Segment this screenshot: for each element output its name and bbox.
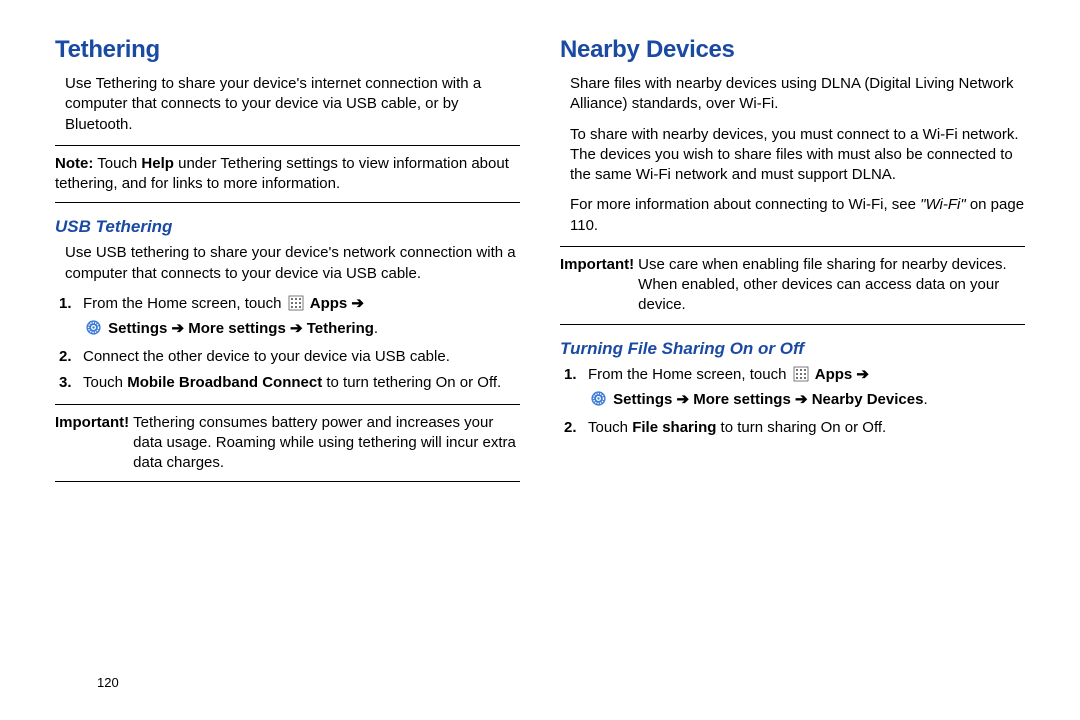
step1-text: From the Home screen, touch — [83, 295, 286, 312]
fs-step1-text: From the Home screen, touch — [588, 366, 791, 383]
apps-grid-icon — [288, 295, 304, 311]
important-label: Important! — [55, 413, 133, 474]
settings-gear-icon — [590, 390, 607, 407]
left-column: Tethering Use Tethering to share your de… — [55, 36, 520, 720]
fs-step-2: Touch File sharing to turn sharing On or… — [588, 418, 1025, 438]
arrow-r2: ➔ — [672, 391, 693, 408]
step3-bold: Mobile Broadband Connect — [127, 374, 322, 391]
usb-intro: Use USB tethering to share your device's… — [55, 243, 520, 284]
fs-step2-a: Touch — [588, 419, 632, 436]
nearby-label: Nearby Devices — [812, 391, 924, 408]
important-block: Important! Tethering consumes battery po… — [55, 404, 520, 483]
arrow-r1: ➔ — [852, 366, 869, 383]
more-settings-label: More settings — [188, 320, 286, 337]
fs-step2-b: to turn sharing On or Off. — [716, 419, 886, 436]
arrow-r3: ➔ — [791, 391, 812, 408]
important-body: Tethering consumes battery power and inc… — [133, 413, 520, 474]
step-1: From the Home screen, touch Apps ➔ Setti… — [83, 294, 520, 339]
right-column: Nearby Devices Share files with nearby d… — [560, 36, 1025, 720]
heading-tethering: Tethering — [55, 36, 520, 64]
heading-usb-tethering: USB Tethering — [55, 217, 520, 237]
file-sharing-steps: From the Home screen, touch Apps ➔ Setti… — [560, 365, 1025, 439]
note-help-bold: Help — [141, 155, 174, 172]
heading-file-sharing: Turning File Sharing On or Off — [560, 339, 1025, 359]
important-label-right: Important! — [560, 255, 638, 316]
fs-step-1: From the Home screen, touch Apps ➔ Setti… — [588, 365, 1025, 410]
apps-label: Apps — [310, 295, 348, 312]
step-2: Connect the other device to your device … — [83, 347, 520, 367]
nearby-p3: For more information about connecting to… — [560, 195, 1025, 236]
step-3: Touch Mobile Broadband Connect to turn t… — [83, 373, 520, 393]
fs-step2-bold: File sharing — [632, 419, 716, 436]
tethering-label: Tethering — [307, 320, 374, 337]
arrow-1: ➔ — [347, 295, 364, 312]
note-label: Note: — [55, 155, 93, 172]
important-body-right: Use care when enabling file sharing for … — [638, 255, 1025, 316]
settings-label: Settings — [108, 320, 167, 337]
important-block-right: Important! Use care when enabling file s… — [560, 246, 1025, 325]
heading-nearby-devices: Nearby Devices — [560, 36, 1025, 64]
manual-page: Tethering Use Tethering to share your de… — [0, 0, 1080, 720]
step3-a: Touch — [83, 374, 127, 391]
apps-grid-icon — [793, 366, 809, 382]
note-text-a: Touch — [93, 155, 141, 172]
page-number: 120 — [97, 675, 119, 690]
more-settings-label: More settings — [693, 391, 791, 408]
nearby-intro: Share files with nearby devices using DL… — [560, 74, 1025, 115]
settings-gear-icon — [85, 319, 102, 336]
period: . — [374, 320, 378, 337]
nearby-p2: To share with nearby devices, you must c… — [560, 125, 1025, 186]
step3-b: to turn tethering On or Off. — [322, 374, 501, 391]
usb-steps: From the Home screen, touch Apps ➔ Setti… — [55, 294, 520, 394]
p3-ref: "Wi-Fi" — [920, 196, 966, 213]
arrow-2: ➔ — [167, 320, 188, 337]
period-r: . — [923, 391, 927, 408]
note-block: Note: Touch Help under Tethering setting… — [55, 145, 520, 204]
arrow-3: ➔ — [286, 320, 307, 337]
settings-label: Settings — [613, 391, 672, 408]
p3-a: For more information about connecting to… — [570, 196, 920, 213]
tethering-intro: Use Tethering to share your device's int… — [55, 74, 520, 135]
apps-label: Apps — [815, 366, 853, 383]
